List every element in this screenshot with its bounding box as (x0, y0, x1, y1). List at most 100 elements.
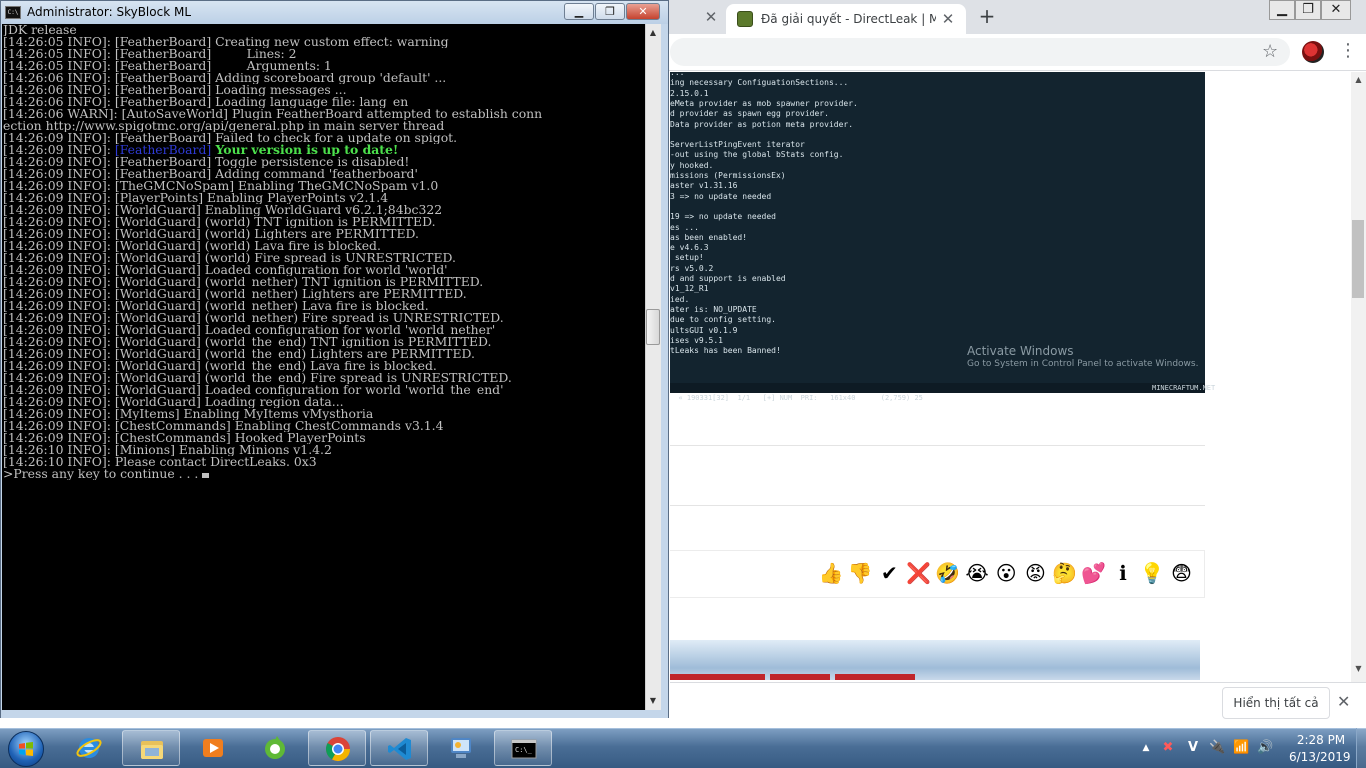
taskbar-vscode[interactable] (370, 730, 428, 766)
new-tab-button[interactable]: + (976, 6, 998, 28)
minimize-button[interactable]: ▁ (1269, 0, 1295, 20)
console-line: [14:26:09 INFO]: [WorldGuard] (world_the… (3, 372, 512, 384)
reaction-info-icon[interactable]: ℹ (1110, 560, 1136, 586)
embedded-console-line: setup! (670, 253, 704, 263)
embedded-console-line: ultsGUI v0.1.9 (670, 325, 738, 335)
embedded-console-line: d and support is enabled (670, 274, 786, 283)
taskbar-control-panel[interactable] (432, 730, 490, 766)
bookmark-star-icon[interactable]: ☆ (1262, 41, 1278, 62)
embedded-console-line: aster v1.31.16 (670, 181, 738, 191)
taskbar-explorer[interactable] (122, 730, 180, 766)
console-titlebar[interactable]: C:\ Administrator: SkyBlock ML ▁ ❐ ✕ (1, 1, 668, 24)
console-log: JDK release [14:26:05 INFO]: [FeatherBoar… (3, 24, 643, 480)
tray-network-icon[interactable]: 📶 (1233, 740, 1249, 756)
console-line: [14:26:05 INFO]: [FeatherBoard] Lines: 2 (3, 48, 297, 60)
console-line: [14:26:09 INFO]: [WorldGuard] Loaded con… (3, 264, 448, 276)
reaction-scared-icon[interactable]: 😨 (1168, 560, 1194, 586)
show-desktop-button[interactable] (1356, 728, 1366, 768)
console-line: [14:26:06 INFO]: [FeatherBoard] Loading … (3, 84, 347, 96)
reaction-haha-icon[interactable]: 🤣 (935, 560, 961, 586)
tray-volume-icon[interactable]: 🔊 (1257, 740, 1273, 756)
console-line: [14:26:09 INFO]: [PlayerPoints] Enabling… (3, 192, 389, 204)
console-line: [14:26:09 INFO]: [WorldGuard] (world_the… (3, 348, 475, 360)
show-all-downloads-button[interactable]: Hiển thị tất cả (1222, 687, 1330, 719)
scroll-down-arrow-icon[interactable]: ▼ (1351, 662, 1366, 676)
embedded-console-line: as been enabled! (670, 232, 748, 242)
embedded-console-line: 3 => no update needed (670, 191, 772, 201)
chrome-icon (325, 737, 350, 762)
embedded-console-line: ater is: NO_UPDATE (670, 304, 757, 314)
console-line: [14:26:06 WARN]: [AutoSaveWorld] Plugin … (3, 108, 543, 120)
embedded-console-line: y hooked. (670, 160, 714, 170)
activate-windows-subtitle: Go to System in Control Panel to activat… (967, 359, 1199, 369)
console-close-button[interactable]: ✕ (626, 3, 660, 20)
embedded-console-line: 2.15.0.1 (670, 88, 709, 98)
taskbar-media-player[interactable] (184, 730, 242, 766)
console-output[interactable]: JDK release [14:26:05 INFO]: [FeatherBoar… (2, 24, 645, 710)
tray-flag-icon[interactable]: ✖ (1160, 740, 1176, 756)
scroll-up-arrow-icon[interactable]: ▲ (1351, 73, 1366, 87)
console-scroll-down-icon[interactable]: ▼ (645, 693, 661, 709)
tab-close-icon[interactable]: ✕ (939, 10, 957, 28)
console-minimize-button[interactable]: ▁ (564, 3, 594, 20)
featherboard-tag: [FeatherBoard] (114, 144, 212, 156)
embedded-console-line: eMeta provider as mob spawner provider. (670, 98, 858, 108)
console-line: [14:26:09 INFO]: [WorldGuard] (world_net… (3, 300, 429, 312)
page-scroll-thumb[interactable] (1352, 220, 1364, 298)
reaction-love-icon[interactable]: 💕 (1081, 560, 1107, 586)
embedded-console-line: 19 => no update needed (670, 212, 776, 222)
reaction-dislike-icon[interactable]: 👎 (847, 560, 873, 586)
console-line: [14:26:09 INFO]: [WorldGuard] (world) TN… (3, 216, 436, 228)
download-bar-close-icon[interactable]: ✕ (1337, 692, 1350, 711)
console-scrollbar[interactable] (645, 24, 661, 710)
console-line: JDK release (3, 24, 77, 36)
console-line: [14:26:09 INFO]: [FeatherBoard] Toggle p… (3, 156, 410, 168)
reaction-idea-icon[interactable]: 💡 (1139, 560, 1165, 586)
page-scrollbar[interactable] (1351, 72, 1366, 682)
tab-directleak[interactable]: Đã giải quyết - DirectLeak | Mine ✕ (726, 4, 966, 34)
console-line: [14:26:09 INFO]: [WorldGuard] (world) Fi… (3, 252, 456, 264)
console-maximize-button[interactable]: ❐ (595, 3, 625, 20)
reaction-like-icon[interactable]: 👍 (818, 560, 844, 586)
control-panel-icon (451, 738, 471, 758)
profile-avatar[interactable] (1302, 41, 1324, 63)
address-bar[interactable] (670, 38, 1290, 66)
taskbar-coccoc[interactable] (246, 730, 304, 766)
console-line: [14:26:10 INFO]: Please contact DirectLe… (3, 456, 317, 468)
log-prefix: [14:26:09 INFO]: (3, 144, 115, 156)
console-line: [14:26:09 INFO]: [WorldGuard] (world) Li… (3, 228, 419, 240)
clock-time[interactable]: 2:28 PM (1296, 733, 1346, 747)
restore-button[interactable]: ❐ (1295, 0, 1321, 20)
reaction-cry-icon[interactable]: 😭 (964, 560, 990, 586)
taskbar-ie[interactable] (60, 730, 118, 766)
taskbar-cmd[interactable]: C:\_ (494, 730, 552, 766)
banner-brick (770, 674, 830, 680)
reaction-angry-icon[interactable]: 😡 (1022, 560, 1048, 586)
windows-logo-icon (19, 742, 33, 756)
reaction-disagree-icon[interactable]: ❌ (906, 560, 932, 586)
reaction-agree-icon[interactable]: ✔ (876, 560, 902, 586)
taskbar-chrome[interactable] (308, 730, 366, 766)
console-line: [14:26:09 INFO]: [WorldGuard] (world) La… (3, 240, 381, 252)
console-window: C:\ Administrator: SkyBlock ML ▁ ❐ ✕ JDK… (0, 0, 669, 718)
console-app-icon[interactable]: C:\ (5, 6, 21, 19)
console-scroll-thumb[interactable] (646, 309, 660, 345)
tab-close-icon[interactable]: ✕ (702, 8, 720, 26)
tray-power-icon[interactable]: 🔌 (1209, 740, 1225, 756)
console-scroll-up-icon[interactable]: ▲ (645, 25, 661, 41)
internet-explorer-icon (76, 738, 102, 758)
tray-unikey-icon[interactable]: V (1185, 740, 1201, 756)
embedded-console-line: tLeaks has been Banned! (670, 346, 781, 356)
embedded-console-line: ises v9.5.1 (670, 335, 723, 345)
embedded-console-screenshot: ... ing necessary ConfiguationSections...… (670, 72, 1205, 392)
clock-date[interactable]: 6/13/2019 (1289, 750, 1351, 764)
reaction-wow-icon[interactable]: 😮 (993, 560, 1019, 586)
close-window-button[interactable]: ✕ (1321, 0, 1351, 20)
reaction-think-icon[interactable]: 🤔 (1052, 560, 1078, 586)
console-line: [14:26:09 INFO]: [FeatherBoard] Adding c… (3, 168, 418, 180)
console-line: [14:26:09 INFO]: [MyItems] Enabling MyIt… (3, 408, 374, 420)
menu-dots-icon[interactable]: ⋮ (1339, 40, 1357, 61)
tray-overflow-icon[interactable]: ▲ (1138, 740, 1154, 756)
embedded-console-line: d provider as spawn egg provider. (670, 109, 829, 119)
embedded-console-line: Data provider as potion meta provider. (670, 119, 854, 129)
